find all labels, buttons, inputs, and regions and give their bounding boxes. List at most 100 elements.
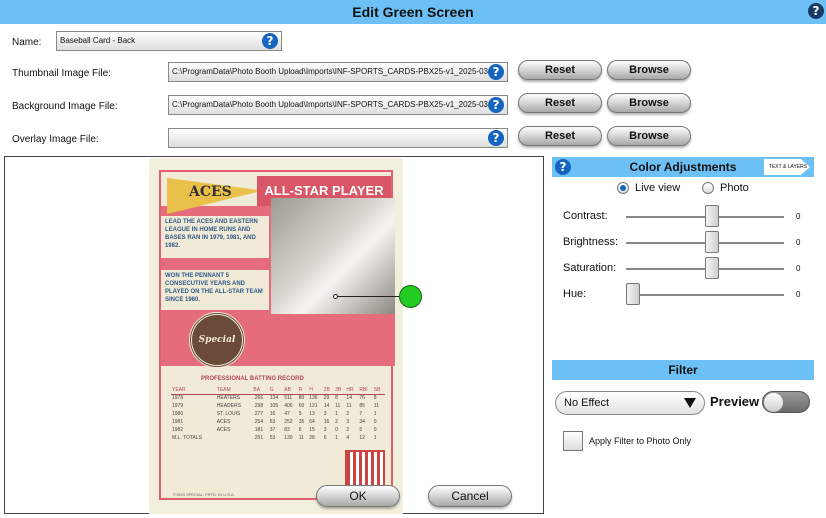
thumbnail-reset-button[interactable]: Reset — [518, 60, 602, 80]
stats-cell: 121 — [309, 403, 318, 409]
help-icon[interactable]: ? — [488, 130, 504, 146]
text-layers-tag[interactable]: TEXT & LAYERS — [764, 159, 810, 175]
help-icon[interactable]: ? — [488, 64, 504, 80]
card-blurb-2: WON THE PENNANT 5 CONSECUTIVE YEARS AND … — [165, 273, 263, 303]
help-icon[interactable]: ? — [808, 3, 824, 19]
help-icon[interactable]: ? — [488, 97, 504, 113]
stats-cell: .298 — [253, 403, 264, 409]
stats-header-cell: HR — [345, 386, 359, 395]
stats-cell: 60 — [298, 403, 305, 409]
stats-cell: 2 — [335, 419, 338, 425]
overlay-field[interactable]: ? — [168, 128, 508, 148]
adjustment-label: Contrast: — [563, 210, 608, 222]
stats-cell: 29 — [323, 395, 330, 402]
stats-cell: 1978 — [172, 395, 184, 402]
adjustment-slider-thumb[interactable] — [705, 231, 719, 253]
stats-row: 1978 HEATERS .266 134 511 80 136 29 8 14 76 8 — [171, 394, 385, 402]
overlay-reset-button[interactable]: Reset — [518, 126, 602, 146]
stats-cell: .181 — [253, 427, 264, 433]
stats-header-cell: R — [297, 386, 309, 395]
photo-label: Photo — [720, 182, 749, 194]
stats-cell: 15 — [309, 427, 315, 433]
stats-row: 1982 ACES .181 37 83 6 15 3 0 2 5 0 — [171, 426, 385, 434]
stats-cell: 8 — [373, 395, 377, 402]
stats-cell: 511 — [284, 395, 293, 402]
toggle-knob — [764, 393, 783, 412]
apply-filter-checkbox[interactable] — [563, 431, 583, 451]
adjustment-slider-thumb[interactable] — [705, 205, 719, 227]
adjustment-value: 0 — [796, 264, 801, 273]
stats-row: 1979 HEADERS .298 105 406 60 121 14 11 11 85 11 — [171, 402, 385, 410]
photo-option[interactable]: Photo — [702, 182, 749, 194]
stats-cell: 76 — [359, 395, 365, 402]
drag-guide-line — [335, 296, 399, 297]
stats-cell: 3 — [323, 427, 327, 433]
color-adjustments-header: ? Color Adjustments TEXT & LAYERS — [552, 157, 814, 177]
stats-header-cell: AB — [283, 386, 298, 395]
stats-cell: 14 — [323, 403, 330, 409]
stats-cell: 13 — [309, 411, 315, 417]
stats-cell: 28 — [309, 435, 315, 441]
stats-cell: 64 — [309, 419, 315, 425]
stats-cell: 63 — [269, 419, 276, 425]
stats-cell: 252 — [284, 419, 293, 425]
adjustment-value: 0 — [796, 238, 801, 247]
stats-cell: 6 — [323, 435, 327, 441]
stats-cell: 3 — [323, 411, 327, 417]
background-value: C:\ProgramData\Photo Booth Upload\Import… — [172, 100, 488, 109]
card-blurb-1: LEAD THE ACES AND EASTERN LEAGUE IN HOME… — [165, 219, 258, 249]
background-label: Background Image File: — [12, 101, 118, 112]
help-icon[interactable]: ? — [262, 33, 278, 49]
adjustment-label: Hue: — [563, 288, 587, 300]
stats-header-cell: SB — [372, 386, 385, 395]
stats-cell: 1 — [335, 435, 338, 441]
stats-cell: HEADERS — [216, 403, 241, 409]
preview-toggle[interactable] — [762, 391, 810, 413]
cancel-button[interactable]: Cancel — [428, 485, 512, 507]
green-drag-handle[interactable] — [399, 285, 422, 308]
filter-select[interactable]: No Effect — [555, 391, 705, 415]
stats-header-cell: G — [268, 386, 284, 395]
name-field[interactable]: Baseball Card - Back ? — [56, 31, 282, 51]
stats-cell: 11 — [298, 435, 304, 441]
stats-cell: 1980 — [172, 411, 184, 417]
background-browse-button[interactable]: Browse — [607, 93, 691, 113]
background-reset-button[interactable]: Reset — [518, 93, 602, 113]
thumbnail-browse-button[interactable]: Browse — [607, 60, 691, 80]
thumbnail-field[interactable]: C:\ProgramData\Photo Booth Upload\Import… — [168, 62, 508, 82]
stats-cell — [216, 434, 253, 442]
adjustment-slider-thumb[interactable] — [626, 283, 640, 305]
apply-filter-label: Apply Filter to Photo Only — [589, 436, 692, 446]
card-frame: ACES ALL-STAR PLAYER LEAD THE ACES AND E… — [159, 170, 395, 500]
photo-radio[interactable] — [702, 182, 714, 194]
window-title-bar: Edit Green Screen ? — [0, 0, 826, 24]
stats-table: YEAR TEAM BA G AB R H 2B 3B HR RBI SB 1978 HEATERS .2… — [171, 386, 385, 442]
background-field[interactable]: C:\ProgramData\Photo Booth Upload\Import… — [168, 95, 508, 115]
anchor-point[interactable] — [333, 294, 338, 299]
stats-cell: 4 — [346, 435, 350, 441]
adjustment-slider-thumb[interactable] — [705, 257, 719, 279]
overlay-label: Overlay Image File: — [12, 134, 99, 145]
stats-row: 1981 ACES .254 63 252 35 64 16 2 3 34 0 — [171, 418, 385, 426]
name-label: Name: — [12, 37, 42, 48]
overlay-browse-button[interactable]: Browse — [607, 126, 691, 146]
stats-cell: 53 — [269, 435, 276, 441]
color-adjustments-title: Color Adjustments — [629, 160, 737, 174]
live-view-radio[interactable] — [617, 182, 629, 194]
special-edition-seal: Special — [189, 312, 245, 368]
filter-selected: No Effect — [564, 397, 610, 409]
stats-cell: 3 — [346, 419, 350, 425]
card-image: ACES ALL-STAR PLAYER LEAD THE ACES AND E… — [149, 158, 403, 514]
stats-cell: 34 — [359, 419, 365, 425]
ok-button[interactable]: OK — [316, 485, 400, 507]
stats-cell: 0 — [373, 427, 377, 433]
stats-cell: 12 — [359, 435, 365, 441]
preview-canvas[interactable]: ACES ALL-STAR PLAYER LEAD THE ACES AND E… — [4, 156, 544, 514]
stats-cell: 1979 — [172, 403, 184, 409]
stats-cell: 80 — [298, 395, 305, 402]
live-view-option[interactable]: Live view — [617, 182, 680, 194]
stats-cell: ST. LOUIS — [216, 411, 241, 417]
help-icon[interactable]: ? — [555, 159, 571, 175]
adjustment-slider-track[interactable] — [626, 294, 784, 296]
stats-cell: 5 — [298, 411, 302, 417]
